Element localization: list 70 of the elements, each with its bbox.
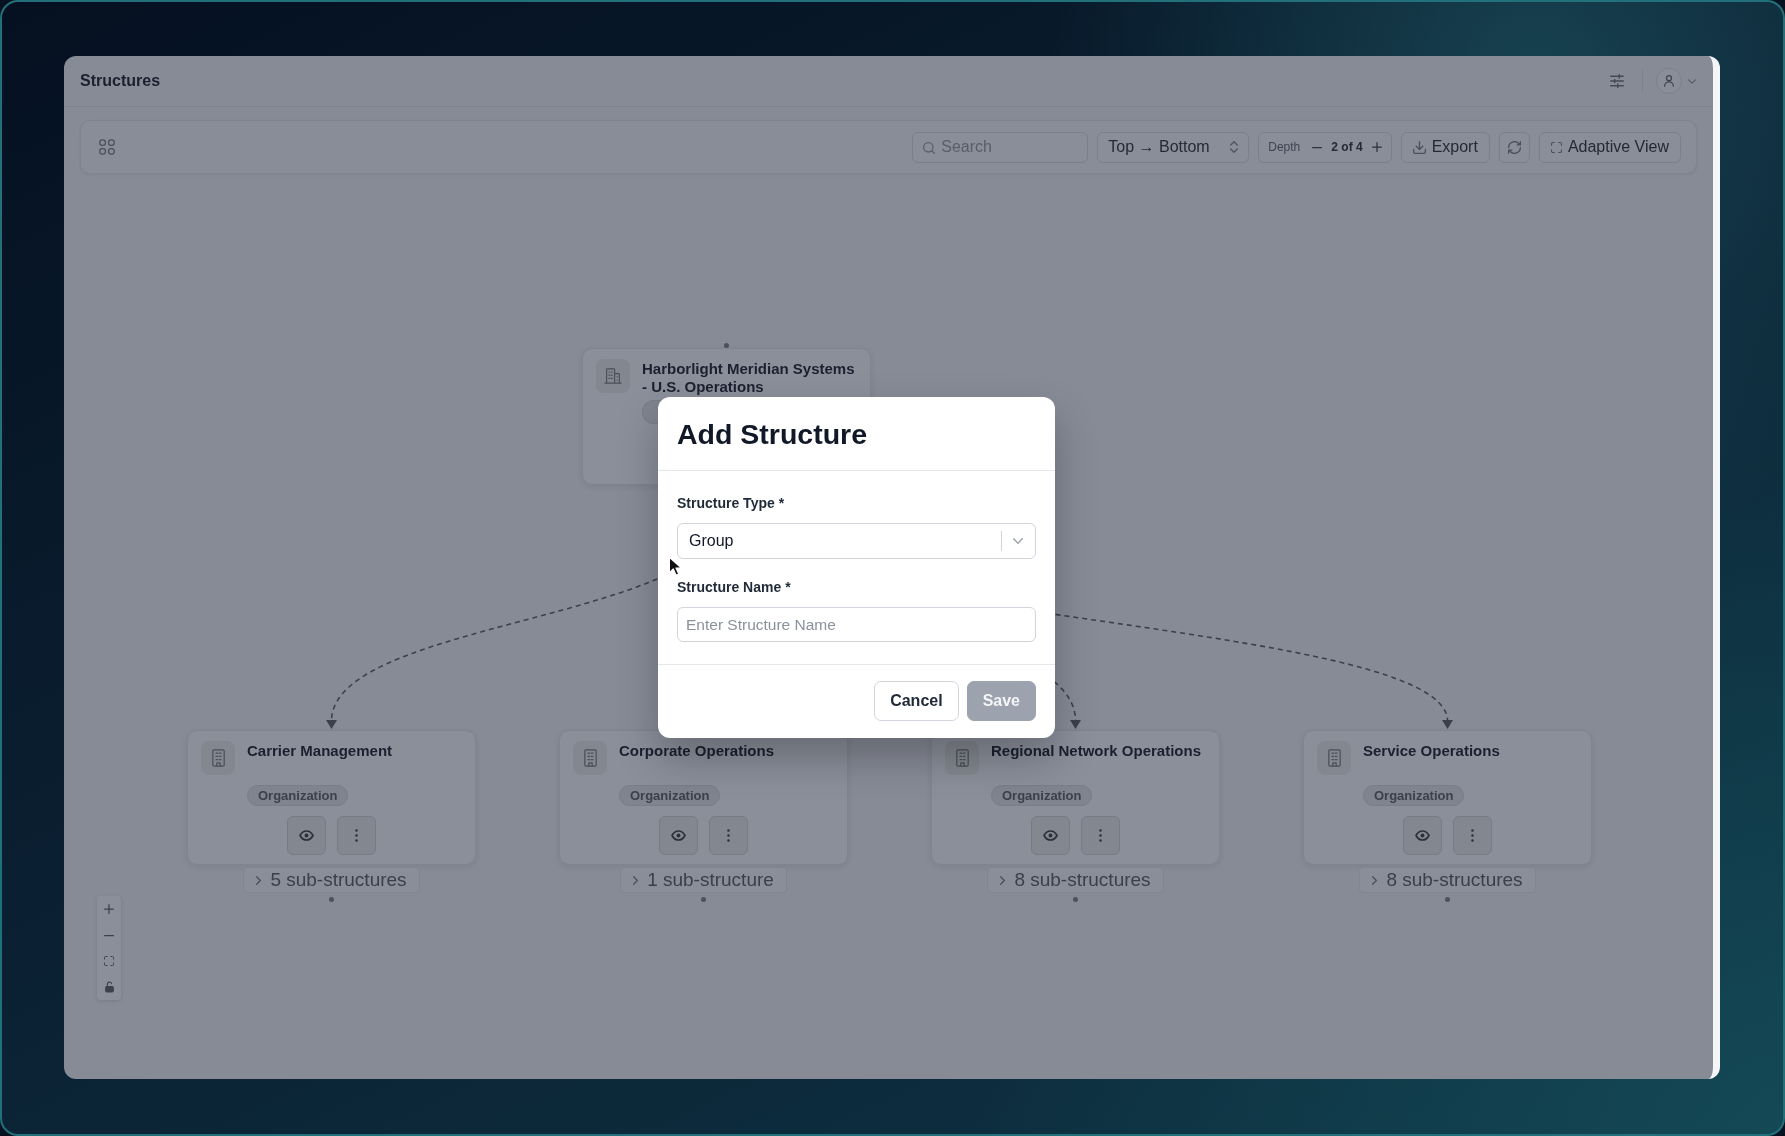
view-button[interactable] xyxy=(1402,816,1442,855)
building-icon xyxy=(1317,741,1351,775)
sliders-icon[interactable] xyxy=(1610,74,1624,88)
adaptive-view-button[interactable]: Adaptive View xyxy=(1538,131,1681,163)
frame-corners-icon[interactable] xyxy=(104,956,114,966)
depth-label: Depth xyxy=(1268,140,1301,154)
frame-corners-icon xyxy=(1550,141,1562,153)
eye-icon xyxy=(298,830,314,841)
node-title: Harborlight Meridian Systems - U.S. Operations xyxy=(642,360,856,396)
handle-dot-icon xyxy=(1073,897,1078,902)
depth-value: 2 of 4 xyxy=(1331,140,1363,154)
direction-select[interactable]: Top → Bottom xyxy=(1097,131,1250,163)
view-button[interactable] xyxy=(1030,816,1070,855)
minus-icon[interactable] xyxy=(1312,145,1323,149)
page-title: Structures xyxy=(80,72,161,90)
handle-dot-icon xyxy=(701,897,706,902)
dropdown-field[interactable]: Group xyxy=(677,523,1036,559)
building-icon xyxy=(945,741,979,775)
subtree-toggle-button[interactable]: 1 sub-structure xyxy=(620,867,787,893)
field-label: Structure Type * xyxy=(677,494,786,512)
eye-icon xyxy=(1414,830,1430,841)
eye-icon xyxy=(1042,830,1058,841)
dialog-title: Add Structure xyxy=(677,417,868,452)
node-title: Regional Network Operations xyxy=(991,742,1202,760)
handle-dot-icon xyxy=(329,897,334,902)
text-input-field[interactable]: Enter Structure Name xyxy=(677,607,1036,642)
view-button[interactable] xyxy=(658,816,698,855)
type-tag: Organization xyxy=(991,785,1093,806)
node-title: Carrier Management xyxy=(247,742,393,760)
subtree-toggle-button[interactable]: 8 sub-structures xyxy=(987,867,1164,893)
minus-icon[interactable] xyxy=(104,933,114,937)
cursor-icon xyxy=(668,556,683,577)
refresh-button[interactable] xyxy=(1498,131,1530,163)
field-label: Structure Name * xyxy=(677,578,792,596)
chevron-down-icon xyxy=(1013,538,1023,544)
refresh-icon xyxy=(1507,140,1521,154)
eye-icon xyxy=(670,830,686,841)
node-title: Corporate Operations xyxy=(619,742,775,760)
search-icon xyxy=(923,141,936,154)
avatar-button[interactable] xyxy=(1656,68,1682,94)
download-icon xyxy=(1412,140,1426,154)
subtree-toggle-button[interactable]: 8 sub-structures xyxy=(1359,867,1536,893)
cancel-button[interactable]: Cancel xyxy=(874,681,959,721)
lock-icon[interactable] xyxy=(104,981,114,993)
building-icon xyxy=(596,359,630,393)
up-down-chevron-icon xyxy=(1230,141,1239,153)
building-icon xyxy=(201,741,235,775)
building-icon xyxy=(573,741,607,775)
type-tag: Organization xyxy=(1363,785,1465,806)
grid-icon[interactable] xyxy=(99,139,115,155)
chevron-right-icon xyxy=(256,875,262,885)
node-title: Service Operations xyxy=(1363,742,1500,760)
handle-dot-icon xyxy=(724,343,729,348)
vertical-dots-icon xyxy=(1098,829,1102,842)
plus-icon[interactable] xyxy=(104,904,114,914)
vertical-dots-icon xyxy=(354,829,358,842)
subtree-toggle-button[interactable]: 5 sub-structures xyxy=(243,867,420,893)
user-icon xyxy=(1664,75,1674,87)
vertical-dots-icon xyxy=(726,829,730,842)
chevron-right-icon xyxy=(633,875,639,885)
type-tag: Organization xyxy=(619,785,721,806)
vertical-dots-icon xyxy=(1470,829,1474,842)
chevron-right-icon xyxy=(1372,875,1378,885)
view-button[interactable] xyxy=(286,816,326,855)
chevron-right-icon xyxy=(1000,875,1006,885)
type-tag: Organization xyxy=(247,785,349,806)
chevron-down-icon[interactable] xyxy=(1688,78,1696,84)
plus-icon[interactable] xyxy=(1371,142,1382,152)
handle-dot-icon xyxy=(1445,897,1450,902)
export-button[interactable]: Export xyxy=(1400,131,1490,163)
